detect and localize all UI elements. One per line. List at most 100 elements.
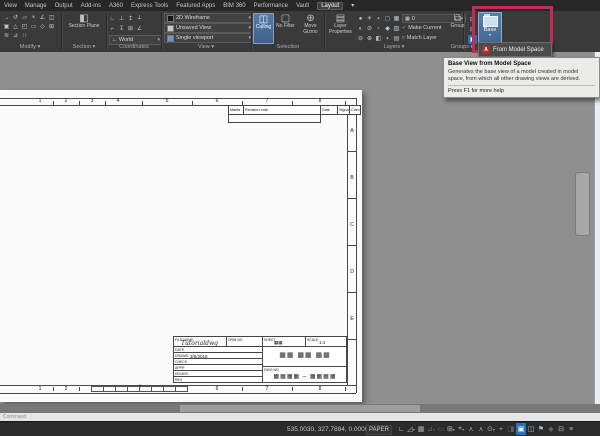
tool-icon[interactable]: ◻ [383, 14, 392, 23]
modify-panel-label[interactable]: Modify ▾ [0, 43, 60, 51]
navigation-bar[interactable] [575, 172, 590, 236]
units-icon[interactable]: ◆ [546, 423, 556, 435]
hardware-acceleration-icon[interactable]: ▣ [516, 423, 526, 435]
layout-canvas[interactable]: 12345678 ABCDE 12678 + MarksRevision not… [0, 52, 600, 404]
tool-icon[interactable]: ∠ [38, 13, 47, 22]
annotation-monitor-icon[interactable]: ⚑ [536, 423, 546, 435]
tool-icon[interactable]: ⊞ [126, 24, 135, 33]
tool-icon[interactable]: ▤ [392, 34, 401, 43]
base-view-button[interactable]: Base ▾ [478, 12, 502, 45]
annotation-visibility-icon[interactable]: ⋏ [466, 423, 476, 435]
customization-icon[interactable]: ≡ [566, 423, 576, 435]
tab-performance[interactable]: Performance [254, 3, 288, 9]
tab-a360[interactable]: A360 [109, 3, 123, 9]
ruler-tick [345, 101, 346, 105]
tool-icon[interactable]: ⊿ [11, 31, 20, 40]
tool-icon[interactable]: ▣ [2, 22, 11, 31]
tab-featured-apps[interactable]: Featured Apps [176, 3, 215, 9]
infer-constraints-icon[interactable]: ∟ [396, 423, 406, 435]
tab-view[interactable]: View [4, 3, 17, 9]
object-snap-icon[interactable]: ⌖▾ [456, 423, 466, 435]
tool-icon[interactable]: ◰ [20, 22, 29, 31]
group-edit-icon[interactable]: ⊟ [468, 25, 477, 34]
paper-sheet[interactable]: 12345678 ABCDE 12678 + MarksRevision not… [0, 90, 362, 402]
layer-properties-button[interactable]: ▤ Layer Properties [327, 13, 354, 42]
tool-icon[interactable]: → [2, 13, 11, 22]
selection-panel-label[interactable]: Selection [252, 43, 324, 51]
grid-icon[interactable]: ▦ [416, 423, 426, 435]
tool-icon[interactable]: ⊥ [117, 14, 126, 23]
tool-icon[interactable]: ↺ [11, 13, 20, 22]
groups-panel-label[interactable]: Groups ▾ [444, 43, 480, 51]
isolate-objects-icon[interactable]: ◫ [526, 423, 536, 435]
no-filter-button[interactable]: ▢ No Filter [275, 13, 296, 42]
tab-output[interactable]: Output [55, 3, 73, 9]
tool-icon[interactable]: ⊘ [365, 24, 374, 33]
view-panel-label[interactable]: View ▾ [162, 43, 250, 51]
tool-icon[interactable]: ◆ [383, 24, 392, 33]
vertical-scrollbar[interactable] [594, 52, 600, 404]
layout-tab-caret-icon[interactable]: ▾ [351, 2, 354, 9]
tool-icon[interactable]: ⌐ [108, 24, 117, 33]
tool-icon[interactable]: ▦ [392, 14, 401, 23]
tab-bim-360[interactable]: BIM 360 [223, 3, 245, 9]
annotation-autoscale-icon[interactable]: ⋏ [476, 423, 486, 435]
tool-icon[interactable]: ↥ [126, 14, 135, 23]
tab-layout[interactable]: Layout [317, 2, 343, 10]
tab-express-tools[interactable]: Express Tools [131, 3, 168, 9]
tool-icon[interactable]: × [29, 13, 38, 22]
view-dropdown-0[interactable]: 2D Wireframe▾ [164, 13, 254, 23]
command-line[interactable]: Command [0, 413, 600, 421]
crosshair-icon[interactable]: + [496, 423, 506, 435]
ungroup-icon[interactable]: ⊞ [468, 15, 477, 24]
tool-icon[interactable]: ⊕ [365, 34, 374, 43]
tool-icon[interactable]: ⊖ [356, 34, 365, 43]
tab-add-ins[interactable]: Add-ins [81, 3, 101, 9]
ortho-icon[interactable]: ▭ [436, 423, 446, 435]
tool-icon[interactable]: ◧ [374, 34, 383, 43]
snap-icon[interactable]: ◿▾ [406, 423, 416, 435]
tool-icon[interactable]: ◐ [356, 24, 365, 33]
section-panel-label[interactable]: Section ▾ [62, 43, 106, 51]
tool-icon[interactable]: ▪ [374, 14, 383, 23]
tool-icon[interactable]: ∟ [108, 14, 117, 23]
tool-icon[interactable]: ≋ [2, 31, 11, 40]
tool-icon[interactable]: ∷ [20, 31, 29, 40]
paper-space-button[interactable]: PAPER [366, 425, 392, 435]
tool-icon[interactable]: ⊞ [47, 22, 56, 31]
ruler-number: 1 [39, 98, 42, 104]
tool-icon[interactable]: ▪ [383, 34, 392, 43]
tool-icon[interactable]: △ [11, 22, 20, 31]
tool-icon[interactable]: ● [356, 14, 365, 23]
layers-panel-label[interactable]: Layers ▾ [326, 43, 462, 51]
ruler-number: 3 [91, 98, 94, 104]
tool-icon[interactable]: ◫ [47, 13, 56, 22]
base-flyout-menu-item[interactable]: A From Model Space [478, 42, 552, 57]
tool-icon[interactable]: ◇ [38, 22, 47, 31]
tab-vault[interactable]: Vault [296, 3, 309, 9]
polar-tracking-icon[interactable]: ⊿▾ [426, 423, 436, 435]
tool-icon[interactable]: ▱ [20, 13, 29, 22]
tool-icon[interactable]: ↧ [117, 24, 126, 33]
view-dropdown-2[interactable]: Single viewport▾ [164, 33, 254, 43]
tool-icon[interactable]: ⟂ [135, 14, 144, 23]
tool-icon[interactable]: ▫ [374, 24, 383, 33]
culling-button[interactable]: ◫ Culling [253, 13, 274, 44]
section-plane-button[interactable]: ◧ Section Plane [64, 13, 104, 42]
view-dropdown-1[interactable]: Unsaved View▾ [164, 23, 254, 33]
selection-cycling-icon[interactable]: ◨ [506, 423, 516, 435]
isometric-drafting-icon[interactable]: ⊞▾ [446, 423, 456, 435]
horizontal-scrollbar-thumb[interactable] [180, 405, 420, 412]
annotation-scale-icon[interactable]: ⊙▾ [486, 423, 496, 435]
tool-icon[interactable]: ▭ [29, 22, 38, 31]
clean-screen-icon[interactable]: ⊟ [556, 423, 566, 435]
move-gizmo-button[interactable]: ⊕ Move Gizmo [299, 13, 322, 42]
tab-manage[interactable]: Manage [25, 3, 47, 9]
tool-icon[interactable]: ∠ [135, 24, 144, 33]
coordinates-panel-label[interactable]: Coordinates [107, 43, 161, 51]
tool-icon[interactable]: ☀ [365, 14, 374, 23]
title-block-row: REV [174, 376, 262, 383]
horizontal-scrollbar[interactable] [0, 404, 600, 413]
tool-icon[interactable]: ▨ [392, 24, 401, 33]
group-button[interactable]: ⧉ Group [448, 13, 467, 42]
